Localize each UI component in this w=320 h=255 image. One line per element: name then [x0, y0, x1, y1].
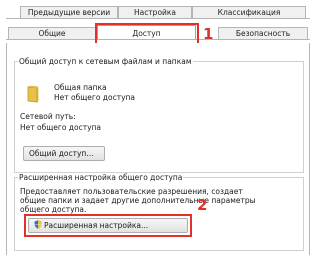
folder-icon — [27, 85, 39, 103]
tab-security[interactable]: Безопасность — [218, 27, 308, 39]
tab-customize[interactable]: Настройка — [118, 6, 192, 18]
tab-classification[interactable]: Классификация — [192, 6, 306, 18]
folder-name: Общая папка — [54, 83, 107, 92]
advanced-desc-line-2: общие папки и задает другие дополнительн… — [20, 196, 256, 205]
share-button[interactable]: Общий доступ... — [23, 146, 105, 161]
advanced-desc-line-1: Предоставляет пользовательские разрешени… — [20, 187, 243, 196]
network-sharing-title: Общий доступ к сетевым файлам и папкам — [18, 57, 193, 66]
advanced-sharing-title: Расширенная настройка общего доступа — [18, 173, 184, 182]
sharing-tab-content: Общий доступ к сетевым файлам и папкам О… — [6, 43, 310, 255]
marker-2: 2 — [197, 196, 208, 214]
properties-dialog: Предыдущие версии Настройка Классификаци… — [0, 0, 316, 255]
advanced-desc-line-3: общего доступа. — [20, 205, 87, 214]
network-path-label: Сетевой путь: — [20, 112, 76, 121]
tab-general[interactable]: Общие — [8, 27, 96, 39]
advanced-button-highlight-box — [24, 214, 192, 237]
tab-row-divider — [6, 18, 310, 19]
network-path-value: Нет общего доступа — [20, 123, 102, 132]
marker-1: 1 — [203, 25, 214, 43]
tab-previous-versions[interactable]: Предыдущие версии — [20, 6, 118, 18]
folder-share-status: Нет общего доступа — [54, 93, 136, 102]
